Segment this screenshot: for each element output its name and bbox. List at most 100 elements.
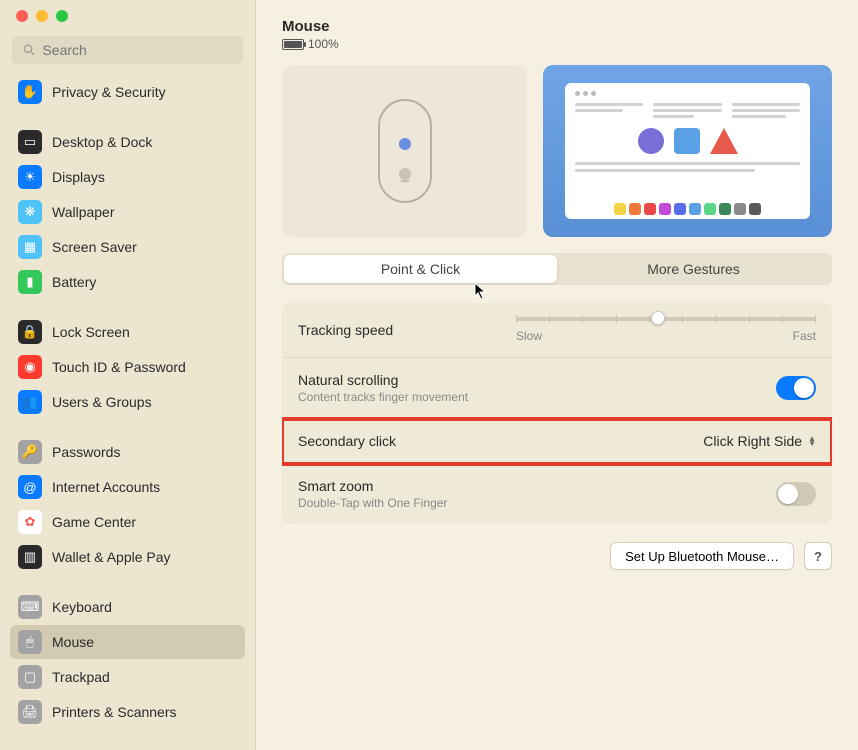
dock-app-icon [644, 203, 656, 215]
gamecenter-icon: ✿ [18, 510, 42, 534]
sidebar-item-label: Mouse [52, 634, 94, 650]
dock-app-icon [674, 203, 686, 215]
sidebar-item-label: Printers & Scanners [52, 704, 177, 720]
search-input[interactable] [42, 42, 233, 58]
shape-square-icon [674, 128, 700, 154]
window-mock [565, 83, 810, 219]
dock-app-icon [659, 203, 671, 215]
sidebar-item-label: Privacy & Security [52, 84, 166, 100]
touchid-icon: ◉ [18, 355, 42, 379]
lock-icon: 🔒 [18, 320, 42, 344]
slider-slow-label: Slow [516, 329, 542, 343]
tab-bar: Point & Click More Gestures [282, 253, 832, 285]
sidebar-item-label: Wallpaper [52, 204, 115, 220]
at-icon: @ [18, 475, 42, 499]
sidebar-item-touch-id-password[interactable]: ◉ Touch ID & Password [10, 350, 245, 384]
tracking-speed-slider[interactable]: Slow Fast [516, 317, 816, 343]
sidebar-item-privacy-security[interactable]: ✋ Privacy & Security [10, 75, 245, 109]
sidebar-item-label: Passwords [52, 444, 120, 460]
sidebar-item-label: Displays [52, 169, 105, 185]
sidebar-item-screen-saver[interactable]: ▦ Screen Saver [10, 230, 245, 264]
search-box[interactable] [12, 36, 243, 64]
chevron-updown-icon: ▲▼ [808, 436, 816, 446]
sidebar-item-desktop-dock[interactable]: ▭ Desktop & Dock [10, 125, 245, 159]
sidebar-item-label: Desktop & Dock [52, 134, 152, 150]
close-window[interactable] [16, 10, 28, 22]
dock-app-icon [689, 203, 701, 215]
sidebar-item-displays[interactable]: ☀ Displays [10, 160, 245, 194]
screensaver-icon: ▦ [18, 235, 42, 259]
smart-zoom-toggle[interactable] [776, 482, 816, 506]
hand-icon: ✋ [18, 80, 42, 104]
tab-more-gestures[interactable]: More Gestures [557, 255, 830, 283]
sidebar-item-keyboard[interactable]: ⌨ Keyboard [10, 590, 245, 624]
dock-app-icon [749, 203, 761, 215]
sidebar: ✋ Privacy & Security ▭ Desktop & Dock ☀ Displ… [0, 0, 256, 750]
minimize-window[interactable] [36, 10, 48, 22]
mouse-preview [282, 65, 527, 237]
sidebar-item-users-groups[interactable]: 👥 Users & Groups [10, 385, 245, 419]
sidebar-item-internet-accounts[interactable]: @ Internet Accounts [10, 470, 245, 504]
preview-row [282, 65, 832, 237]
pane-header: Mouse 100% [282, 18, 832, 51]
displays-icon: ☀ [18, 165, 42, 189]
printer-icon: 🖨 [18, 700, 42, 724]
sidebar-item-label: Touch ID & Password [52, 359, 186, 375]
natural-scrolling-toggle[interactable] [776, 376, 816, 400]
shape-triangle-icon [710, 128, 738, 154]
battery-icon [282, 39, 304, 50]
help-button[interactable]: ? [804, 542, 832, 570]
slider-fast-label: Fast [793, 329, 816, 343]
dock-app-icon [719, 203, 731, 215]
sidebar-item-trackpad[interactable]: ▢ Trackpad [10, 660, 245, 694]
dock-app-icon [734, 203, 746, 215]
tracking-speed-row: Tracking speed Slow Fast [282, 303, 832, 358]
shape-circle-icon [638, 128, 664, 154]
battery-status: 100% [282, 37, 832, 51]
maximize-window[interactable] [56, 10, 68, 22]
mouse-icon: 🖱 [18, 630, 42, 654]
sidebar-item-printers-scanners[interactable]: 🖨 Printers & Scanners [10, 695, 245, 729]
sidebar-item-game-center[interactable]: ✿ Game Center [10, 505, 245, 539]
sidebar-nav: ✋ Privacy & Security ▭ Desktop & Dock ☀ Displ… [0, 74, 255, 750]
sidebar-item-label: Users & Groups [52, 394, 152, 410]
smart-zoom-label: Smart zoom [298, 478, 447, 494]
sidebar-item-lock-screen[interactable]: 🔒 Lock Screen [10, 315, 245, 349]
settings-group: Tracking speed Slow Fast [282, 303, 832, 524]
trackpad-icon: ▢ [18, 665, 42, 689]
secondary-click-select[interactable]: Click Right Side ▲▼ [703, 433, 816, 449]
smart-zoom-row: Smart zoom Double-Tap with One Finger [282, 464, 832, 524]
dock-icon: ▭ [18, 130, 42, 154]
dock-app-icon [614, 203, 626, 215]
sidebar-item-mouse[interactable]: 🖱 Mouse [10, 625, 245, 659]
sidebar-item-label: Game Center [52, 514, 136, 530]
wallet-icon: ▥ [18, 545, 42, 569]
battery-icon: ▮ [18, 270, 42, 294]
search-icon [22, 42, 36, 58]
sidebar-item-battery[interactable]: ▮ Battery [10, 265, 245, 299]
tab-point-click[interactable]: Point & Click [284, 255, 557, 283]
mouse-outline-icon [375, 96, 435, 206]
footer-buttons: Set Up Bluetooth Mouse… ? [282, 542, 832, 570]
battery-percent: 100% [308, 37, 339, 51]
sidebar-item-passwords[interactable]: 🔑Passwords [10, 435, 245, 469]
sidebar-item-label: Internet Accounts [52, 479, 160, 495]
sidebar-item-label: Trackpad [52, 669, 110, 685]
sidebar-item-label: Keyboard [52, 599, 112, 615]
dock-app-icon [704, 203, 716, 215]
sidebar-item-wallet-apple-pay[interactable]: ▥Wallet & Apple Pay [10, 540, 245, 574]
natural-scrolling-label: Natural scrolling [298, 372, 468, 388]
sidebar-item-label: Battery [52, 274, 96, 290]
dock-preview [575, 199, 800, 215]
natural-scrolling-row: Natural scrolling Content tracks finger … [282, 358, 832, 419]
dock-app-icon [629, 203, 641, 215]
sidebar-item-label: Screen Saver [52, 239, 137, 255]
desktop-preview [543, 65, 832, 237]
sidebar-item-label: Lock Screen [52, 324, 130, 340]
keyboard-icon: ⌨ [18, 595, 42, 619]
sidebar-item-wallpaper[interactable]: ❋Wallpaper [10, 195, 245, 229]
setup-bluetooth-mouse-button[interactable]: Set Up Bluetooth Mouse… [610, 542, 794, 570]
smart-zoom-sub: Double-Tap with One Finger [298, 496, 447, 510]
secondary-click-value: Click Right Side [703, 433, 802, 449]
users-icon: 👥 [18, 390, 42, 414]
